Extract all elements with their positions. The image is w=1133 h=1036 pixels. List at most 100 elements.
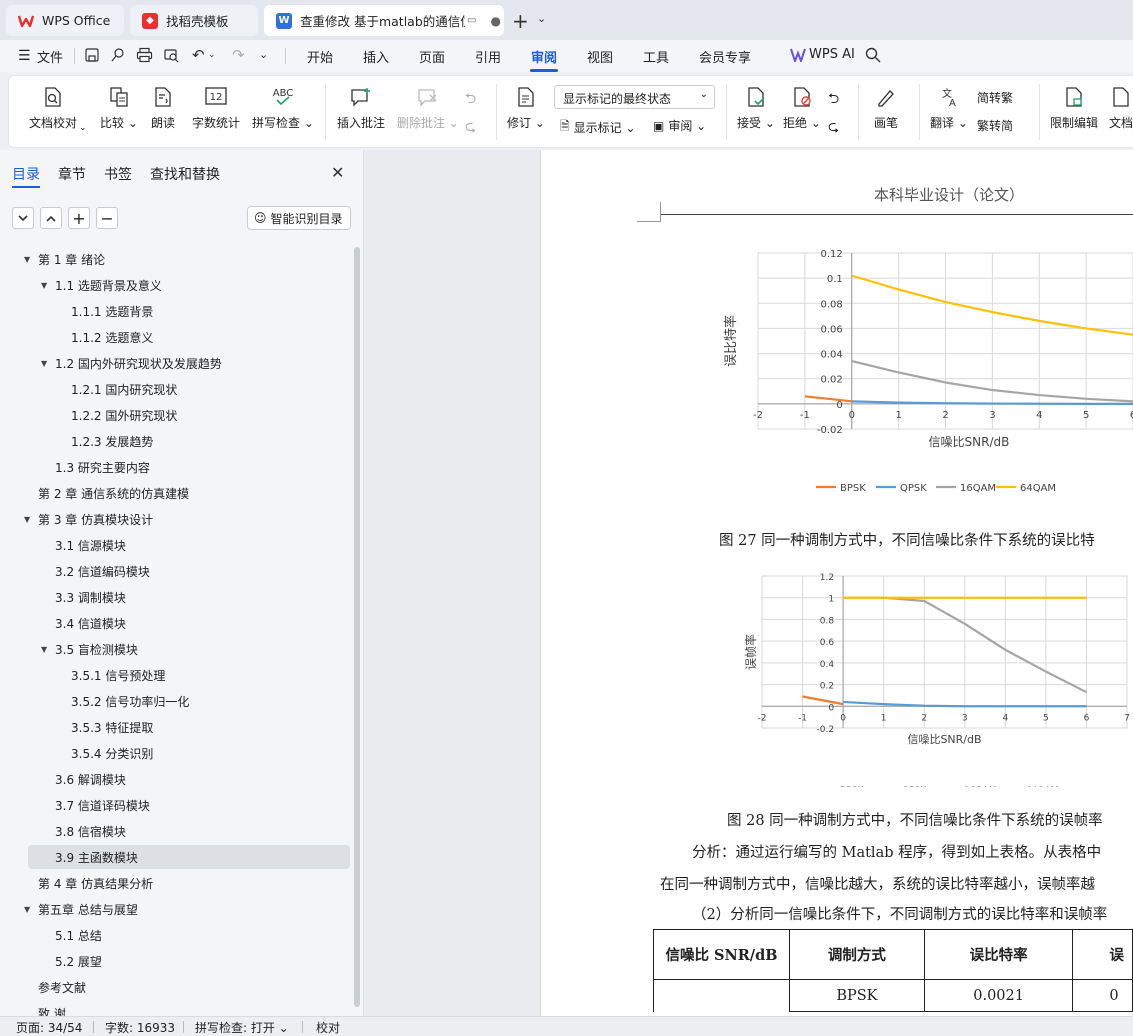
toc-item[interactable]: 5.1 总结 bbox=[0, 923, 350, 947]
menu-insert[interactable]: 插入 bbox=[363, 47, 389, 66]
word-count-button[interactable]: 12 字数统计 bbox=[192, 76, 240, 131]
reject-button[interactable]: 拒绝 ⌄ bbox=[783, 76, 821, 131]
chevron-down-icon[interactable]: ⌄ bbox=[79, 123, 87, 133]
tab-find-replace[interactable]: 查找和替换 bbox=[150, 164, 220, 184]
toc-item[interactable]: 3.8 信宿模块 bbox=[0, 819, 350, 843]
to-traditional-button[interactable]: 简转繁 bbox=[977, 89, 1013, 106]
proof-indicator[interactable]: 校对 bbox=[316, 1019, 340, 1036]
toc-item[interactable]: 3.9 主函数模块 bbox=[28, 845, 350, 869]
smart-toc-button[interactable]: ☺ 智能识别目录 bbox=[247, 206, 351, 230]
toc-item[interactable]: ▼ 第 1 章 绪论 bbox=[0, 247, 350, 271]
share-icon[interactable] bbox=[110, 47, 126, 66]
redo-icon[interactable]: ↷ bbox=[232, 46, 245, 64]
read-aloud-button[interactable]: 朗读 bbox=[151, 76, 175, 131]
new-tab-icon[interactable]: + bbox=[512, 9, 529, 33]
doc-check-button[interactable]: 文档校对 bbox=[29, 76, 77, 131]
toc-item[interactable]: ▼ 第五章 总结与展望 bbox=[0, 897, 350, 921]
next-change-icon[interactable]: ⮎ bbox=[828, 116, 839, 140]
toc-item[interactable]: 1.2.3 发展趋势 bbox=[0, 429, 350, 453]
translate-button[interactable]: 文A 翻译 ⌄ bbox=[930, 76, 968, 131]
tab-close-dot[interactable]: ● bbox=[490, 14, 500, 28]
toc-item[interactable]: 3.4 信道模块 bbox=[0, 611, 350, 635]
track-changes-button[interactable]: 修订 ⌄ bbox=[507, 76, 545, 131]
toc-item[interactable]: ▼ 1.1 选题背景及意义 bbox=[0, 273, 350, 297]
menu-view[interactable]: 视图 bbox=[587, 47, 613, 66]
quick-access-chevron-icon[interactable]: ⌄ bbox=[259, 48, 268, 61]
expand-toggle-icon[interactable]: ▼ bbox=[24, 255, 30, 264]
show-markup-button[interactable]: 🗎 显示标记 ⌄ bbox=[560, 117, 636, 138]
toc-item[interactable]: 3.5.1 信号预处理 bbox=[0, 663, 350, 687]
menu-references[interactable]: 引用 bbox=[475, 47, 501, 66]
tab-bookmarks[interactable]: 书签 bbox=[104, 164, 132, 184]
toc-item[interactable]: 3.3 调制模块 bbox=[0, 585, 350, 609]
add-heading-icon[interactable]: + bbox=[68, 207, 90, 229]
accept-button[interactable]: 接受 ⌄ bbox=[737, 76, 775, 131]
expand-toggle-icon[interactable]: ▼ bbox=[41, 281, 47, 290]
to-simplified-button[interactable]: 繁转简 bbox=[977, 117, 1013, 134]
print-preview-icon[interactable] bbox=[163, 47, 180, 66]
toc-item[interactable]: 1.2.1 国内研究现状 bbox=[0, 377, 350, 401]
prev-change-icon[interactable]: ⮌ bbox=[828, 88, 839, 112]
toc-item[interactable]: 1.3 研究主要内容 bbox=[0, 455, 350, 479]
toc-item[interactable]: 3.5.2 信号功率归一化 bbox=[0, 689, 350, 713]
menu-home[interactable]: 开始 bbox=[307, 47, 333, 66]
menu-tools[interactable]: 工具 bbox=[643, 47, 669, 66]
remove-heading-icon[interactable]: − bbox=[96, 207, 118, 229]
expand-toggle-icon[interactable]: ▼ bbox=[41, 645, 47, 654]
next-comment-icon[interactable]: ⮎ bbox=[465, 116, 476, 140]
print-icon[interactable] bbox=[136, 47, 153, 66]
expand-toggle-icon[interactable]: ▼ bbox=[24, 515, 30, 524]
toc-item[interactable]: 3.5.3 特征提取 bbox=[0, 715, 350, 739]
insert-comment-button[interactable]: 插入批注 bbox=[337, 76, 385, 131]
undo-dropdown-icon[interactable]: ⌄ bbox=[208, 50, 216, 60]
markup-state-select[interactable]: 显示标记的最终状态 ⌄ bbox=[554, 85, 715, 109]
tab-toc[interactable]: 目录 bbox=[12, 164, 40, 184]
close-pane-icon[interactable]: ✕ bbox=[331, 163, 344, 182]
spell-check-button[interactable]: ABC 拼写检查 ⌄ bbox=[252, 76, 314, 131]
tab-list-chevron-icon[interactable]: ⌄ bbox=[537, 12, 546, 25]
toc-item[interactable]: 1.1.1 选题背景 bbox=[0, 299, 350, 323]
pen-button[interactable]: 画笔 bbox=[874, 76, 898, 131]
toc-item[interactable]: 3.7 信道译码模块 bbox=[0, 793, 350, 817]
compare-button[interactable]: 比较 ⌄ bbox=[100, 76, 138, 131]
expand-icon[interactable] bbox=[40, 207, 62, 229]
review-pane-button[interactable]: ▣ 审阅 ⌄ bbox=[653, 117, 706, 134]
prev-comment-icon[interactable]: ⮌ bbox=[465, 88, 476, 112]
restrict-edit-button[interactable]: 限制编辑 bbox=[1050, 76, 1098, 131]
toc-item[interactable]: 1.1.2 选题意义 bbox=[0, 325, 350, 349]
toc-item[interactable]: 第 4 章 仿真结果分析 bbox=[0, 871, 350, 895]
tab-chapters[interactable]: 章节 bbox=[58, 164, 86, 184]
toc-item[interactable]: 参考文献 bbox=[0, 975, 350, 999]
toc-item[interactable]: 1.2.2 国外研究现状 bbox=[0, 403, 350, 427]
sidebar-scrollbar[interactable] bbox=[354, 247, 360, 1007]
toc-item[interactable]: ▼ 第 3 章 仿真模块设计 bbox=[0, 507, 350, 531]
toc-item[interactable]: ▼ 1.2 国内外研究现状及发展趋势 bbox=[0, 351, 350, 375]
toc-item[interactable]: 3.2 信道编码模块 bbox=[0, 559, 350, 583]
tab-document[interactable]: W 查重修改 基于matlab的通信仿 ▭ ● bbox=[264, 5, 504, 36]
hamburger-icon[interactable]: ☰ bbox=[18, 48, 31, 64]
tab-wps-office[interactable]: WPS Office bbox=[6, 5, 124, 36]
expand-toggle-icon[interactable]: ▼ bbox=[41, 359, 47, 368]
delete-comment-button[interactable]: 删除批注 ⌄ bbox=[397, 76, 459, 131]
toc-item[interactable]: ▼ 3.5 盲检测模块 bbox=[0, 637, 350, 661]
collapse-icon[interactable] bbox=[12, 207, 34, 229]
undo-icon[interactable]: ↶ bbox=[192, 46, 205, 64]
menu-page[interactable]: 页面 bbox=[419, 47, 445, 66]
search-icon[interactable] bbox=[865, 47, 881, 66]
page-indicator[interactable]: 页面: 34/54 bbox=[16, 1019, 82, 1036]
expand-toggle-icon[interactable]: ▼ bbox=[24, 905, 30, 914]
doc-rights-button[interactable]: 文档 bbox=[1109, 76, 1133, 131]
menu-review[interactable]: 审阅 bbox=[531, 47, 557, 66]
save-icon[interactable] bbox=[84, 47, 100, 66]
toc-item[interactable]: 5.2 展望 bbox=[0, 949, 350, 973]
menu-file[interactable]: 文件 bbox=[37, 47, 63, 66]
spell-check-indicator[interactable]: 拼写检查: 打开 ⌄ bbox=[195, 1019, 289, 1036]
toc-item[interactable]: 第 2 章 通信系统的仿真建模 bbox=[0, 481, 350, 505]
toc-item[interactable]: 3.5.4 分类识别 bbox=[0, 741, 350, 765]
toc-item[interactable]: 3.6 解调模块 bbox=[0, 767, 350, 791]
menu-wps-ai[interactable]: WPS AI bbox=[809, 47, 855, 62]
menu-member[interactable]: 会员专享 bbox=[699, 47, 751, 66]
word-count-indicator[interactable]: 字数: 16933 bbox=[105, 1019, 175, 1036]
toc-item[interactable]: 3.1 信源模块 bbox=[0, 533, 350, 557]
tab-template[interactable]: ◆ 找稻壳模板 bbox=[130, 5, 258, 36]
